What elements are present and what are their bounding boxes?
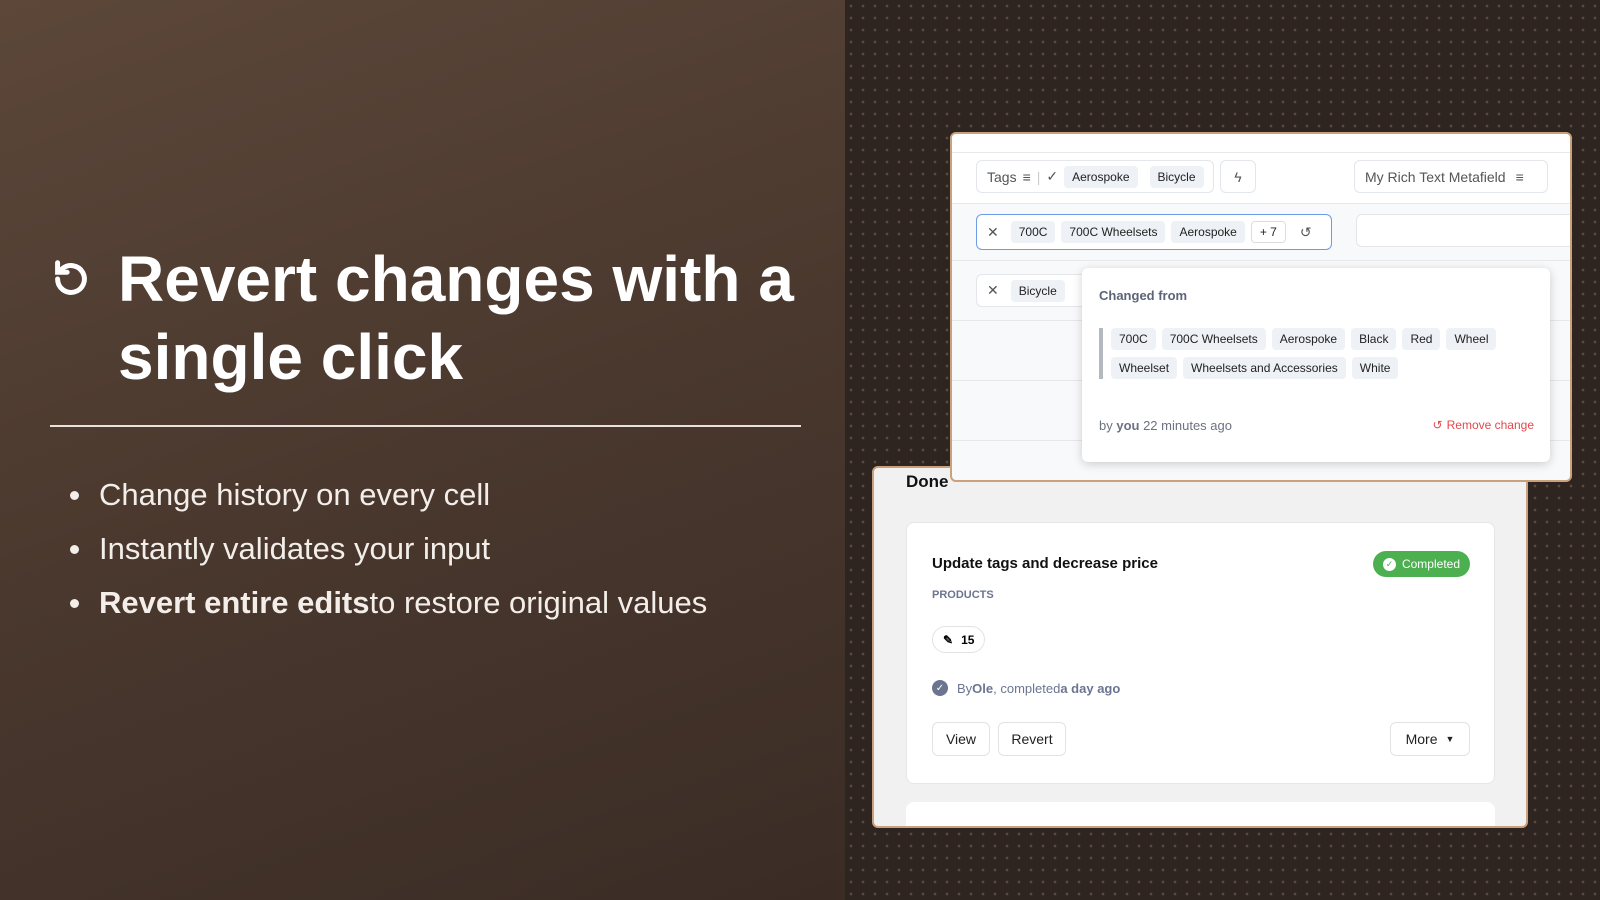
hero-title: Revert changes with a single click [118, 243, 794, 393]
remove-change-button[interactable]: ↺ Remove change [1433, 418, 1534, 432]
completed-by: ✓ By Ole, completed a day ago [932, 680, 1120, 696]
clear-icon[interactable]: ✕ [987, 282, 999, 299]
edit-count: ✎ 15 [932, 626, 986, 653]
tags-column-header[interactable]: Tags ≡ | ✓ Aerospoke Bicycle [976, 160, 1214, 193]
tag-chip: 700C [1111, 328, 1156, 350]
job-category: PRODUCTS [932, 589, 994, 601]
rich-text-cell[interactable] [1356, 214, 1570, 247]
tag-chip: Black [1351, 328, 1397, 350]
pencil-icon: ✎ [943, 632, 954, 647]
tag-chip: Red [1402, 328, 1441, 350]
left-background [0, 0, 845, 900]
check-icon: ✓ [1046, 168, 1059, 184]
tag-chip: Aerospoke [1271, 328, 1346, 350]
job-card [906, 802, 1495, 826]
feature-item: Change history on every cell [70, 468, 707, 522]
done-panel: Done Update tags and decrease price ✓ Com… [872, 466, 1528, 828]
revert-icon [55, 260, 87, 295]
grid-panel: Tags ≡ | ✓ Aerospoke Bicycle ϟ My Rich Text M… [950, 132, 1572, 482]
filter-icon[interactable]: ≡ [1516, 169, 1524, 185]
check-circle-icon: ✓ [932, 680, 948, 696]
view-button[interactable]: View [932, 722, 990, 756]
clear-icon[interactable]: ✕ [987, 224, 999, 241]
divider [50, 425, 801, 427]
more-button[interactable]: More ▼ [1390, 722, 1470, 756]
previous-tags: 700C 700C Wheelsets Aerospoke Black Red … [1099, 328, 1519, 379]
check-circle-icon: ✓ [1382, 557, 1396, 571]
popover-title: Changed from [1099, 288, 1188, 303]
feature-item: Instantly validates your input [70, 522, 707, 576]
tag-chip: Wheelsets and Accessories [1183, 357, 1346, 379]
tag-chip: White [1351, 357, 1399, 379]
job-card: Update tags and decrease price ✓ Complete… [906, 522, 1495, 784]
more-tags-chip[interactable]: + 7 [1250, 221, 1286, 243]
bolt-icon: ϟ [1234, 168, 1242, 185]
status-badge: ✓ Completed [1372, 551, 1470, 577]
rich-text-column-header[interactable]: My Rich Text Metafield ≡ [1354, 160, 1548, 193]
tags-cell-editing[interactable]: ✕ 700C 700C Wheelsets Aerospoke + 7 ↺ [976, 214, 1332, 250]
feature-list: Change history on every cell Instantly v… [70, 468, 707, 630]
feature-item: Revert entire edits to restore original … [70, 576, 707, 630]
job-title: Update tags and decrease price [932, 555, 1158, 572]
revert-button[interactable]: Revert [998, 722, 1066, 756]
revert-icon: ↺ [1432, 418, 1443, 432]
change-history-popover: Changed from 700C 700C Wheelsets Aerospo… [1082, 268, 1550, 462]
tag-chip: Wheelset [1111, 357, 1178, 379]
revert-icon[interactable]: ↺ [1300, 224, 1312, 241]
caret-down-icon: ▼ [1445, 734, 1455, 744]
filter-icon[interactable]: ≡ [1023, 169, 1031, 185]
tag-chip: 700C Wheelsets [1161, 328, 1266, 350]
done-heading: Done [906, 472, 949, 491]
bolt-button[interactable]: ϟ [1220, 160, 1256, 193]
tag-chip: Wheel [1446, 328, 1497, 350]
change-author: by you 22 minutes ago [1099, 418, 1232, 433]
